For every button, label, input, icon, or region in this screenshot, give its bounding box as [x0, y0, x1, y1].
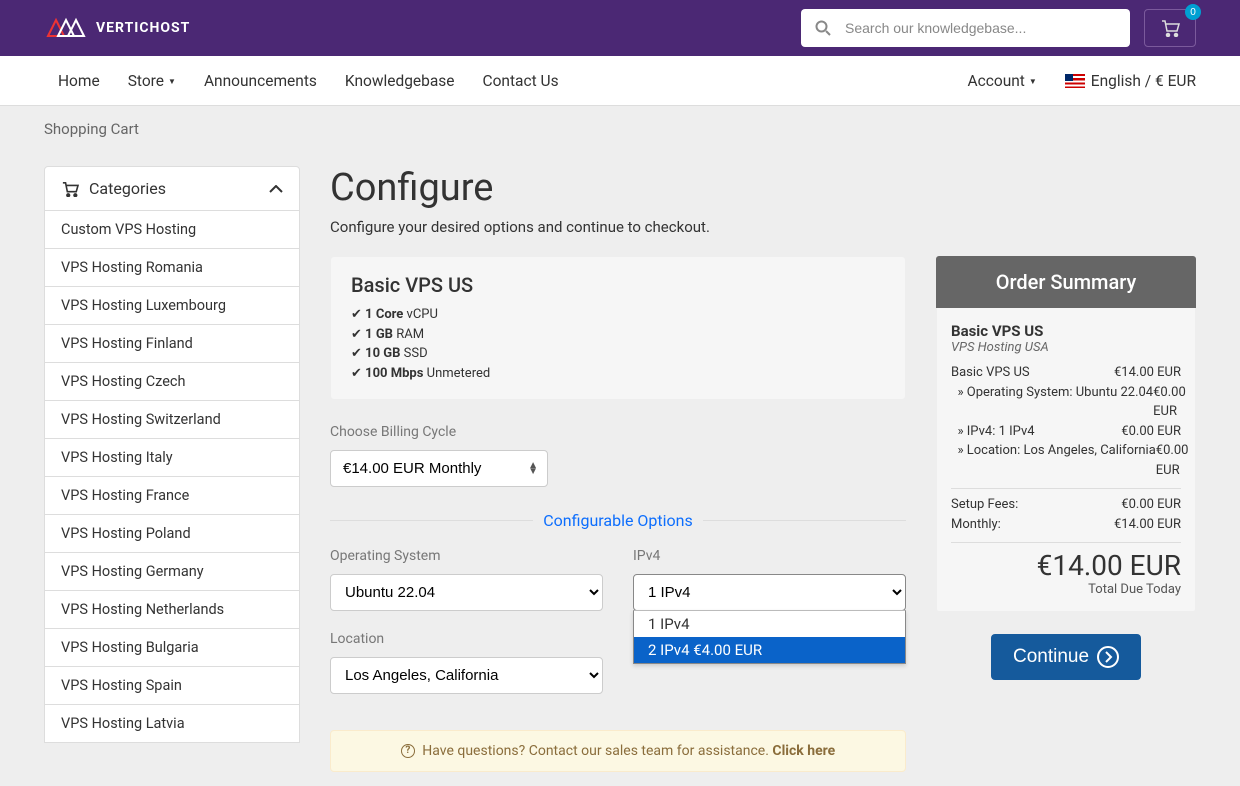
sidebar-item-category[interactable]: VPS Hosting Czech	[45, 362, 299, 400]
ipv4-select[interactable]: 1 IPv4	[633, 574, 906, 611]
sidebar-item-category[interactable]: VPS Hosting Switzerland	[45, 400, 299, 438]
sidebar-item-category[interactable]: VPS Hosting France	[45, 476, 299, 514]
summary-fee: Setup Fees:€0.00 EUR	[951, 495, 1181, 515]
help-link[interactable]: Click here	[772, 743, 835, 759]
page-subtitle: Configure your desired options and conti…	[330, 218, 1196, 236]
ipv4-option-2[interactable]: 2 IPv4 €4.00 EUR	[634, 637, 905, 663]
summary-line: » Location: Los Angeles, California€0.00…	[951, 441, 1181, 480]
product-spec: ✔ 10 GB SSD	[351, 344, 885, 364]
nav-account[interactable]: Account▼	[954, 72, 1051, 90]
sidebar-item-category[interactable]: Custom VPS Hosting	[45, 211, 299, 248]
sidebar-item-category[interactable]: VPS Hosting Poland	[45, 514, 299, 552]
cart-icon	[61, 181, 79, 197]
summary-category: VPS Hosting USA	[951, 340, 1181, 355]
sidebar-item-category[interactable]: VPS Hosting Luxembourg	[45, 286, 299, 324]
continue-button[interactable]: Continue	[991, 634, 1141, 680]
sidebar-item-category[interactable]: VPS Hosting Finland	[45, 324, 299, 362]
cart-icon	[1160, 19, 1180, 37]
brand-logo[interactable]: VERTICHOST	[44, 14, 190, 42]
summary-line: » Operating System: Ubuntu 22.04€0.00 EU…	[951, 383, 1181, 422]
os-select[interactable]: Ubuntu 22.04	[330, 574, 603, 611]
summary-line: » IPv4: 1 IPv4€0.00 EUR	[951, 422, 1181, 442]
summary-product: Basic VPS US	[951, 322, 1181, 340]
nav-home[interactable]: Home	[44, 72, 114, 90]
sidebar-item-category[interactable]: VPS Hosting Netherlands	[45, 590, 299, 628]
logo-icon	[44, 14, 92, 42]
help-banner: ? Have questions? Contact our sales team…	[330, 730, 906, 772]
config-section-title: Configurable Options	[533, 511, 703, 530]
brand-text: VERTICHOST	[96, 20, 190, 36]
page-title: Configure	[330, 166, 1196, 210]
search-icon	[815, 20, 831, 36]
categories-title: Categories	[89, 179, 166, 198]
sidebar-item-category[interactable]: VPS Hosting Germany	[45, 552, 299, 590]
product-summary-box: Basic VPS US ✔ 1 Core vCPU✔ 1 GB RAM✔ 10…	[330, 256, 906, 400]
billing-cycle-select[interactable]: €14.00 EUR Monthly	[330, 450, 548, 487]
summary-fee: Monthly:€14.00 EUR	[951, 515, 1181, 535]
product-spec: ✔ 1 GB RAM	[351, 325, 885, 345]
nav-contact[interactable]: Contact Us	[469, 72, 573, 90]
sidebar-item-category[interactable]: VPS Hosting Latvia	[45, 704, 299, 742]
ipv4-dropdown-list[interactable]: 1 IPv4 2 IPv4 €4.00 EUR	[633, 610, 906, 664]
question-icon: ?	[401, 744, 415, 758]
location-label: Location	[330, 631, 603, 647]
os-label: Operating System	[330, 548, 603, 564]
search-input[interactable]	[801, 9, 1130, 47]
order-summary-title: Order Summary	[936, 256, 1196, 308]
ipv4-label: IPv4	[633, 548, 906, 564]
cart-count-badge: 0	[1185, 4, 1201, 20]
chevron-down-icon: ▼	[168, 77, 176, 86]
summary-due-label: Total Due Today	[951, 582, 1181, 597]
sidebar-item-category[interactable]: VPS Hosting Bulgaria	[45, 628, 299, 666]
sidebar-item-category[interactable]: VPS Hosting Spain	[45, 666, 299, 704]
sidebar-item-category[interactable]: VPS Hosting Italy	[45, 438, 299, 476]
summary-total: €14.00 EUR	[951, 549, 1181, 582]
ipv4-option-1[interactable]: 1 IPv4	[634, 611, 905, 637]
nav-language[interactable]: English / € EUR	[1065, 72, 1196, 90]
location-select[interactable]: Los Angeles, California	[330, 657, 603, 694]
nav-announcements[interactable]: Announcements	[190, 72, 331, 90]
categories-toggle[interactable]: Categories	[44, 166, 300, 211]
product-spec: ✔ 100 Mbps Unmetered	[351, 364, 885, 384]
cart-button[interactable]: 0	[1144, 9, 1196, 47]
arrow-right-circle-icon	[1097, 646, 1119, 668]
product-spec: ✔ 1 Core vCPU	[351, 305, 885, 325]
sidebar-item-category[interactable]: VPS Hosting Romania	[45, 248, 299, 286]
billing-label: Choose Billing Cycle	[330, 424, 906, 440]
chevron-down-icon: ▼	[1029, 77, 1037, 86]
summary-line: Basic VPS US€14.00 EUR	[951, 363, 1181, 383]
breadcrumb[interactable]: Shopping Cart	[44, 120, 139, 138]
chevron-up-icon	[269, 185, 283, 193]
nav-knowledgebase[interactable]: Knowledgebase	[331, 72, 469, 90]
product-name: Basic VPS US	[351, 273, 885, 297]
nav-store[interactable]: Store▼	[114, 72, 190, 90]
flag-icon	[1065, 74, 1085, 88]
